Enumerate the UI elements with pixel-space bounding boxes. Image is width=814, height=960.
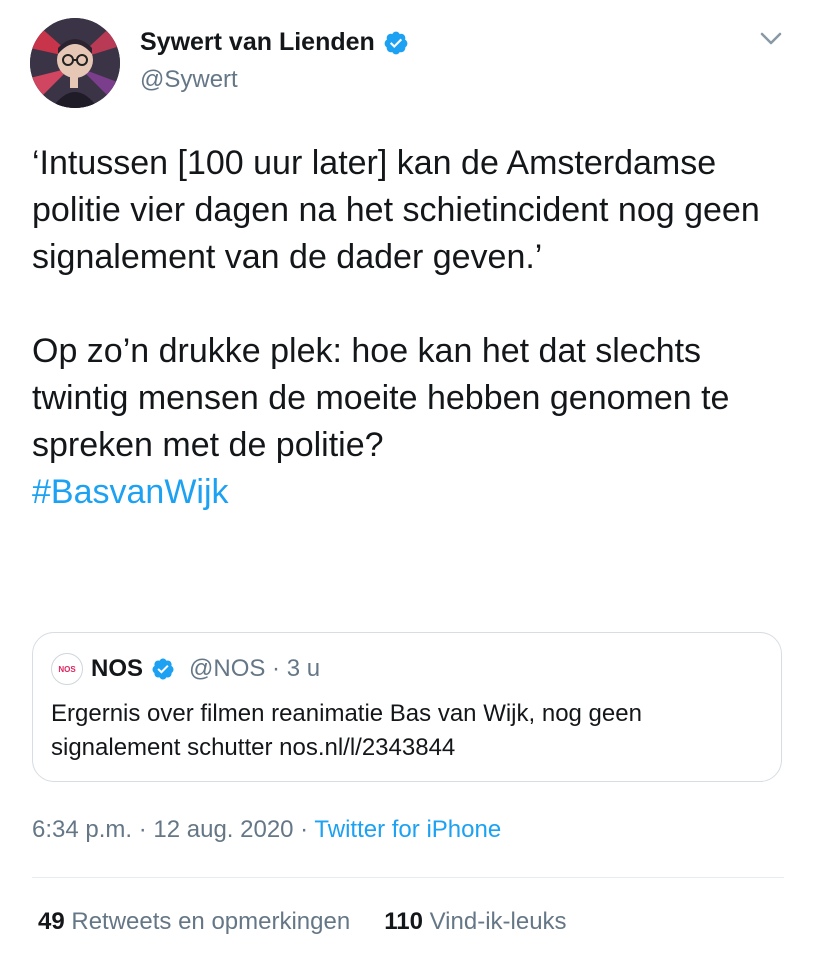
verified-badge-icon <box>152 658 174 680</box>
tweet-paragraph: Op zo’n drukke plek: hoe kan het dat sle… <box>32 332 730 464</box>
avatar-image <box>30 18 120 108</box>
likes-count: 110 <box>384 908 423 935</box>
nos-logo[interactable]: NOS <box>51 653 83 685</box>
quoted-tweet-header: NOS NOS @NOS · 3 u <box>51 653 320 685</box>
divider <box>32 877 784 878</box>
chevron-down-icon[interactable] <box>758 30 784 48</box>
nos-logo-text: NOS <box>58 664 76 674</box>
tweet-text: ‘Intussen [100 uur later] kan de Amsterd… <box>32 140 792 516</box>
source-link[interactable]: Twitter for iPhone <box>314 816 501 843</box>
quoted-tweet-text: Ergernis over filmen reanimatie Bas van … <box>51 700 642 761</box>
tweet-paragraph: ‘Intussen [100 uur later] kan de Amsterd… <box>32 144 760 276</box>
author-handle[interactable]: @Sywert <box>140 66 238 94</box>
quoted-author-name[interactable]: NOS <box>91 655 143 683</box>
quoted-tweet-card[interactable]: NOS NOS @NOS · 3 u Ergernis over filmen … <box>32 632 782 782</box>
likes-stat[interactable]: 110 Vind-ik-leuks <box>384 908 566 935</box>
verified-badge-icon <box>384 31 408 54</box>
tweet-timestamp: 6:34 p.m. · 12 aug. 2020 · Twitter for i… <box>32 816 501 844</box>
hashtag-link[interactable]: #BasvanWijk <box>32 473 229 511</box>
time-date[interactable]: 6:34 p.m. · 12 aug. 2020 · <box>32 816 314 843</box>
retweets-label: Retweets en opmerkingen <box>71 908 351 935</box>
author-name[interactable]: Sywert van Lienden <box>140 28 375 57</box>
retweets-count: 49 <box>38 908 65 935</box>
retweets-stat[interactable]: 49 Retweets en opmerkingen <box>38 908 350 935</box>
likes-label: Vind-ik-leuks <box>429 908 567 935</box>
author-name-row[interactable]: Sywert van Lienden <box>140 28 409 57</box>
quoted-handle-time: @NOS · 3 u <box>189 655 321 682</box>
avatar[interactable] <box>30 18 120 108</box>
engagement-stats: 49 Retweets en opmerkingen 110 Vind-ik-le… <box>38 908 567 936</box>
